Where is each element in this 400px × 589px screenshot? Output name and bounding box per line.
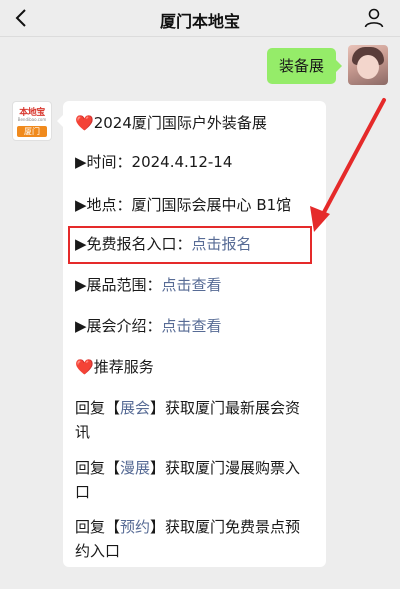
official-account-avatar[interactable]: 本地宝 Bendibao.com 厦门	[12, 101, 52, 141]
reply-comic-line: 回复【漫展】获取厦门漫展购票入口	[75, 456, 315, 504]
place-label: ▶地点：	[75, 196, 132, 214]
outgoing-message-bubble[interactable]: 装备展	[266, 48, 343, 84]
reply-keyword-comic[interactable]: 漫展	[120, 459, 150, 477]
user-avatar[interactable]	[348, 45, 388, 85]
intro-label: ▶展会介绍：	[75, 317, 162, 335]
reply-keyword-exhibition[interactable]: 展会	[120, 399, 150, 417]
chat-title: 厦门本地宝	[159, 12, 240, 31]
reply-prefix: 回复【	[75, 399, 121, 417]
reply-prefix: 回复【	[75, 459, 121, 477]
event-title: 2024厦门国际户外装备展	[93, 114, 267, 132]
outgoing-message-row: 装备展	[248, 45, 388, 89]
time-value: 2024.4.12-14	[131, 153, 233, 171]
time-line: ▶时间：2024.4.12-14	[75, 150, 232, 174]
intro-line: ▶展会介绍：点击查看	[75, 314, 222, 338]
person-icon[interactable]	[362, 6, 386, 30]
scope-line: ▶展品范围：点击查看	[75, 273, 222, 297]
reply-keyword-booking[interactable]: 预约	[120, 518, 150, 536]
avatar-logo-subtext: Bendibao.com	[17, 117, 47, 122]
heart-icon: ❤️	[75, 358, 94, 376]
heart-icon: ❤️	[75, 114, 94, 132]
top-navigation-bar: 厦门本地宝	[0, 0, 400, 37]
avatar-city-badge: 厦门	[17, 126, 47, 137]
reply-prefix: 回复【	[75, 518, 121, 536]
scope-link[interactable]: 点击查看	[162, 276, 222, 294]
red-arrow-icon	[310, 98, 386, 232]
place-line: ▶地点：厦门国际会展中心 B1馆	[75, 193, 291, 217]
time-label: ▶时间：	[75, 153, 132, 171]
place-value: 厦门国际会展中心 B1馆	[131, 196, 292, 214]
intro-link[interactable]: 点击查看	[162, 317, 222, 335]
recommend-line: ❤️推荐服务	[75, 355, 154, 379]
avatar-face-shape	[357, 55, 379, 79]
signup-highlight-box	[68, 226, 312, 264]
incoming-message-bubble: ❤️2024厦门国际户外装备展 ▶时间：2024.4.12-14 ▶地点：厦门国…	[57, 101, 326, 567]
recommend-heading: 推荐服务	[93, 358, 154, 376]
scope-label: ▶展品范围：	[75, 276, 162, 294]
reply-booking-line: 回复【预约】获取厦门免费景点预约入口	[75, 515, 315, 563]
reply-exhibition-line: 回复【展会】获取厦门最新展会资讯	[75, 396, 315, 444]
heading-line: ❤️2024厦门国际户外装备展	[75, 111, 267, 135]
